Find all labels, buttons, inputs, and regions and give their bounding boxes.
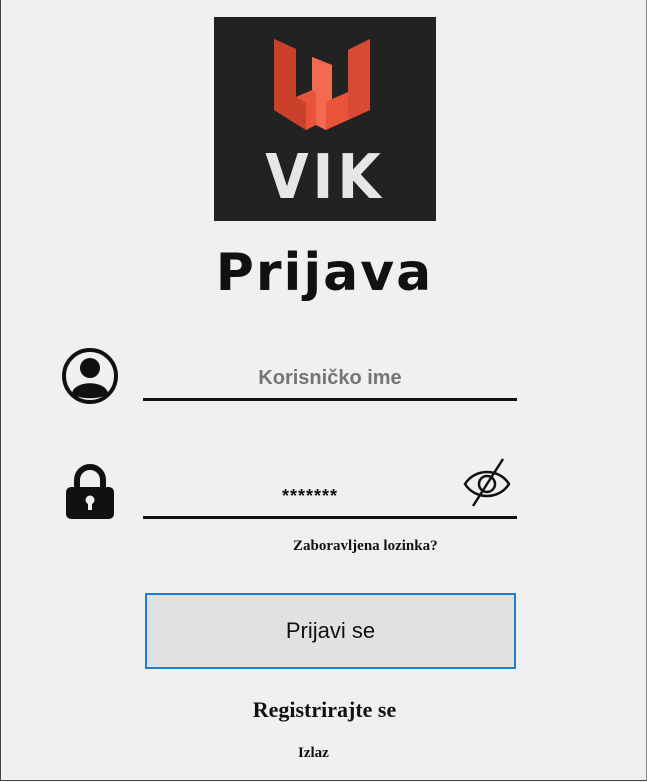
exit-link[interactable]: Izlaz (298, 745, 329, 762)
eye-slash-icon[interactable] (461, 456, 513, 517)
register-link[interactable]: Registrirajte se (1, 697, 647, 723)
lock-icon (59, 463, 121, 526)
username-input[interactable] (143, 358, 517, 398)
username-field-container (143, 358, 517, 401)
logo-text: VIK (265, 141, 385, 214)
login-window: VIK Prijava Zaboravljena lozinka? Prijav… (0, 0, 647, 781)
user-icon (59, 348, 121, 409)
forgot-password-link[interactable]: Zaboravljena lozinka? (293, 538, 438, 555)
vik-logo: VIK (214, 17, 436, 221)
page-title: Prijava (215, 243, 434, 303)
login-button[interactable]: Prijavi se (145, 593, 516, 669)
